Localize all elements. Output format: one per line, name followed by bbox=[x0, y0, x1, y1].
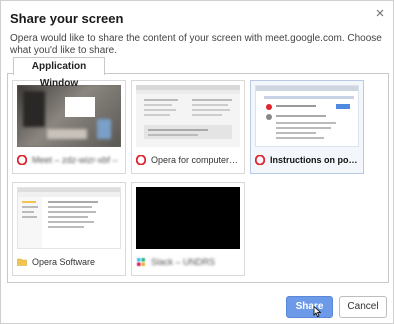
window-thumbnail bbox=[255, 85, 359, 147]
window-thumbnail bbox=[17, 187, 121, 249]
tab-application-window[interactable]: Application Window bbox=[13, 57, 105, 89]
window-tile[interactable]: Slack – UNDRS bbox=[131, 182, 245, 276]
close-icon[interactable] bbox=[374, 7, 386, 19]
mouse-cursor-icon bbox=[313, 306, 321, 317]
cancel-button[interactable]: Cancel bbox=[339, 296, 387, 318]
opera-icon bbox=[136, 155, 146, 165]
opera-icon bbox=[17, 155, 27, 165]
share-button[interactable]: Share bbox=[286, 296, 333, 318]
dialog-description: Opera would like to share the content of… bbox=[10, 33, 382, 56]
window-label: Meet – zdz-wizr-xbf – bbox=[32, 155, 118, 165]
folder-icon bbox=[17, 258, 27, 266]
window-label: Instructions on postin... bbox=[270, 155, 361, 165]
window-tile[interactable]: Opera Software bbox=[12, 182, 126, 276]
window-thumbnail bbox=[17, 85, 121, 147]
share-screen-dialog: Share your screen Opera would like to sh… bbox=[0, 0, 394, 324]
window-picker-panel: Meet – zdz-wizr-xbf – Opera for computer… bbox=[7, 73, 389, 283]
window-thumbnail bbox=[136, 187, 240, 249]
dialog-title: Share your screen bbox=[10, 11, 124, 26]
window-tile-selected[interactable]: Instructions on postin... bbox=[250, 80, 364, 174]
opera-icon bbox=[255, 155, 265, 165]
slack-icon bbox=[137, 258, 145, 266]
window-label: Opera Software bbox=[32, 257, 96, 267]
window-label: Slack – UNDRS bbox=[151, 257, 216, 267]
window-tile[interactable]: Opera for computers | O... bbox=[131, 80, 245, 174]
window-thumbnail bbox=[136, 85, 240, 147]
window-tile[interactable]: Meet – zdz-wizr-xbf – bbox=[12, 80, 126, 174]
window-label: Opera for computers | O... bbox=[151, 155, 242, 165]
